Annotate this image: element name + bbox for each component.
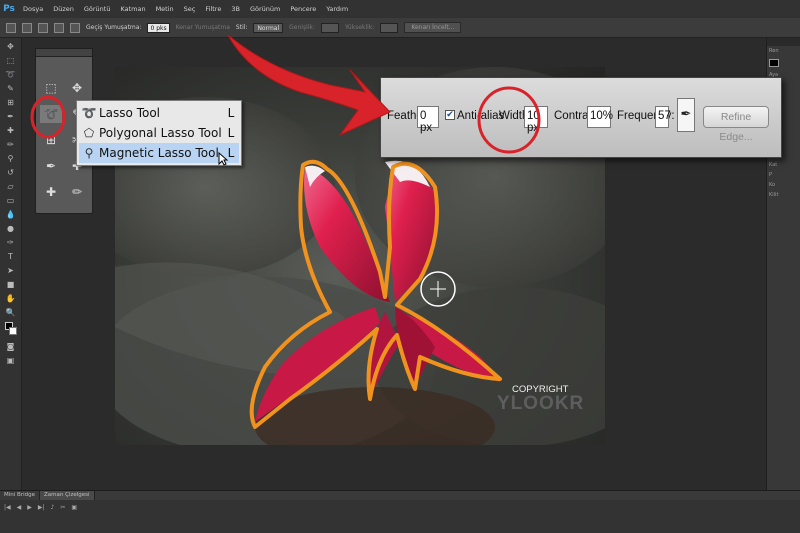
annotation-circle-width <box>477 86 541 154</box>
timeline-controls: |◀ ◀ ▶ ▶| ♪ ✂ ▣ <box>4 504 77 514</box>
cut-icon[interactable]: ✂ <box>60 504 65 514</box>
annotation-overlay <box>30 34 541 154</box>
timeline-panel <box>0 500 800 533</box>
next-frame-icon[interactable]: ▶| <box>38 504 45 514</box>
annotation-arrow-icon <box>227 34 391 137</box>
annotation-circle-lasso <box>30 95 66 139</box>
prev-frame-icon[interactable]: ◀ <box>17 504 22 514</box>
transition-icon[interactable]: ▣ <box>71 504 77 514</box>
first-frame-icon[interactable]: |◀ <box>4 504 11 514</box>
play-icon[interactable]: ▶ <box>27 504 32 514</box>
bottom-tab-bar: Mini Bridge Zaman Çizelgesi <box>0 490 800 500</box>
audio-icon[interactable]: ♪ <box>51 504 55 514</box>
tab-mini-bridge[interactable]: Mini Bridge <box>0 491 40 500</box>
tab-timeline[interactable]: Zaman Çizelgesi <box>39 491 95 500</box>
